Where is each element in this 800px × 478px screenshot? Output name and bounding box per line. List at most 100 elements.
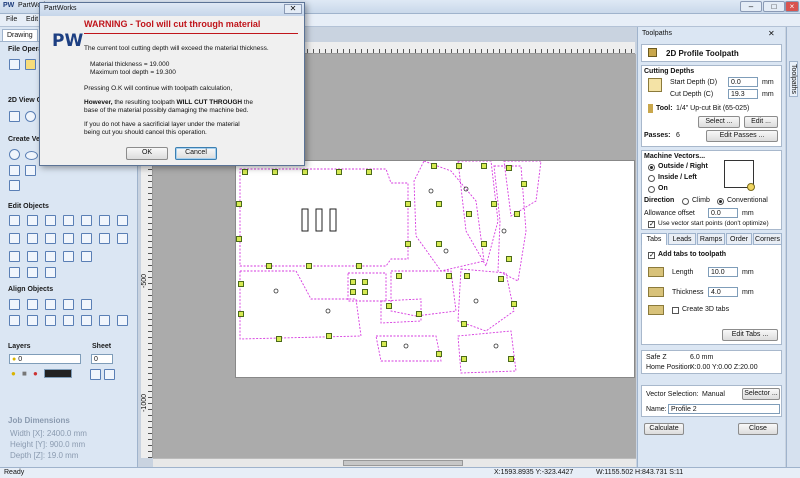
fillet-icon[interactable] [9,251,20,262]
select-tool-button[interactable]: Select ... [698,116,740,128]
intersect-icon[interactable] [81,233,92,244]
tab-marker[interactable] [405,201,411,207]
align-left-icon[interactable] [27,299,38,310]
tab-marker[interactable] [362,279,368,285]
allowance-input[interactable]: 0.0 [708,208,738,218]
align-bottom-icon[interactable] [81,299,92,310]
tab-marker[interactable] [436,241,442,247]
thickness-input[interactable]: 4.0 [708,287,738,297]
tab-marker[interactable] [238,311,244,317]
align-vcenter-icon[interactable] [9,315,20,326]
tab-marker[interactable] [242,169,248,175]
circle-tool-icon[interactable] [9,149,20,160]
open-folder-icon[interactable] [25,59,36,70]
tab-marker[interactable] [356,263,362,269]
tab-marker[interactable] [350,279,356,285]
dialog-close-button[interactable]: ✕ [284,4,302,14]
maximize-button[interactable]: □ [763,1,785,12]
text-tool-icon[interactable] [9,165,20,176]
create-3d-tabs-checkbox[interactable] [672,307,679,314]
selector-button[interactable]: Selector ... [742,388,780,400]
smooth-icon[interactable] [45,267,56,278]
tab-marker[interactable] [416,311,422,317]
dogbone-icon[interactable] [9,267,20,278]
tab-marker[interactable] [461,356,467,362]
new-file-icon[interactable] [9,59,20,70]
tab-marker[interactable] [491,201,497,207]
conventional-radio[interactable] [717,198,724,205]
subtract-icon[interactable] [63,233,74,244]
layer-select[interactable]: ● 0 [9,354,81,364]
tab-marker[interactable] [266,263,272,269]
tab-marker[interactable] [405,241,411,247]
align-right-icon[interactable] [45,299,56,310]
zoom-all-icon[interactable] [9,111,20,122]
tab-order[interactable]: Order [726,233,752,245]
tab-marker[interactable] [336,169,342,175]
tab-marker[interactable] [506,165,512,171]
length-input[interactable]: 10.0 [708,267,738,277]
tab-marker[interactable] [508,356,514,362]
close-window-button[interactable]: × [785,1,799,12]
use-vector-start-checkbox[interactable]: ✓ [648,221,655,228]
sheet-props-icon[interactable] [90,369,101,380]
tab-marker[interactable] [521,181,527,187]
sheet-select[interactable]: 0 [91,354,113,364]
layer-color-select[interactable] [44,369,72,378]
weld-icon[interactable] [45,233,56,244]
tab-marker[interactable] [511,301,517,307]
tab-marker[interactable] [350,289,356,295]
text-arc-icon[interactable] [25,165,36,176]
space-icon[interactable] [63,315,74,326]
tab-corners[interactable]: Corners [753,233,782,245]
nest-icon[interactable] [81,251,92,262]
distribute-icon[interactable] [45,315,56,326]
tab-marker[interactable] [514,211,520,217]
align-grid-icon[interactable] [99,315,110,326]
align-center-icon[interactable] [9,299,20,310]
ok-button[interactable]: OK [126,147,168,160]
align-top-icon[interactable] [63,299,74,310]
ungroup-icon[interactable] [27,233,38,244]
calculate-button[interactable]: Calculate [644,423,684,435]
edit-tabs-button[interactable]: Edit Tabs ... [722,329,778,341]
transform-icon[interactable] [45,215,56,226]
tab-leads[interactable]: Leads [668,233,696,245]
minimize-button[interactable]: – [740,1,762,12]
tab-drawing[interactable]: Drawing [2,29,38,41]
tab-marker[interactable] [386,303,392,309]
outside-right-radio[interactable] [648,164,655,171]
size-match-icon[interactable] [81,315,92,326]
tab-marker[interactable] [446,273,452,279]
tab-marker[interactable] [396,273,402,279]
close-button[interactable]: Close [738,423,778,435]
cancel-button[interactable]: Cancel [175,147,217,160]
tab-marker[interactable] [481,163,487,169]
lock-icon[interactable]: ■ [22,369,27,378]
tab-marker[interactable] [456,163,462,169]
tab-marker[interactable] [461,321,467,327]
tab-marker[interactable] [466,211,472,217]
add-tabs-checkbox[interactable]: ✓ [648,252,655,259]
mirror-icon[interactable] [99,215,110,226]
cut-depth-input[interactable]: 19.3 [728,89,758,99]
on-radio[interactable] [648,186,655,193]
edit-tool-button[interactable]: Edit ... [744,116,778,128]
tab-marker[interactable] [238,281,244,287]
rotate-icon[interactable] [81,215,92,226]
tab-marker[interactable] [302,169,308,175]
tab-marker[interactable] [506,256,512,262]
ellipse-tool-icon[interactable] [25,151,38,160]
join-icon[interactable] [99,233,110,244]
tab-marker[interactable] [326,333,332,339]
tab-marker[interactable] [464,273,470,279]
tab-marker[interactable] [381,341,387,347]
zoom-icon[interactable] [25,111,36,122]
offset-icon[interactable] [117,233,128,244]
material-sheet[interactable] [235,160,635,378]
align-page-icon[interactable] [117,315,128,326]
tab-marker[interactable] [236,201,242,207]
tab-marker[interactable] [366,169,372,175]
tab-marker[interactable] [481,241,487,247]
sheet-add-icon[interactable] [104,369,115,380]
